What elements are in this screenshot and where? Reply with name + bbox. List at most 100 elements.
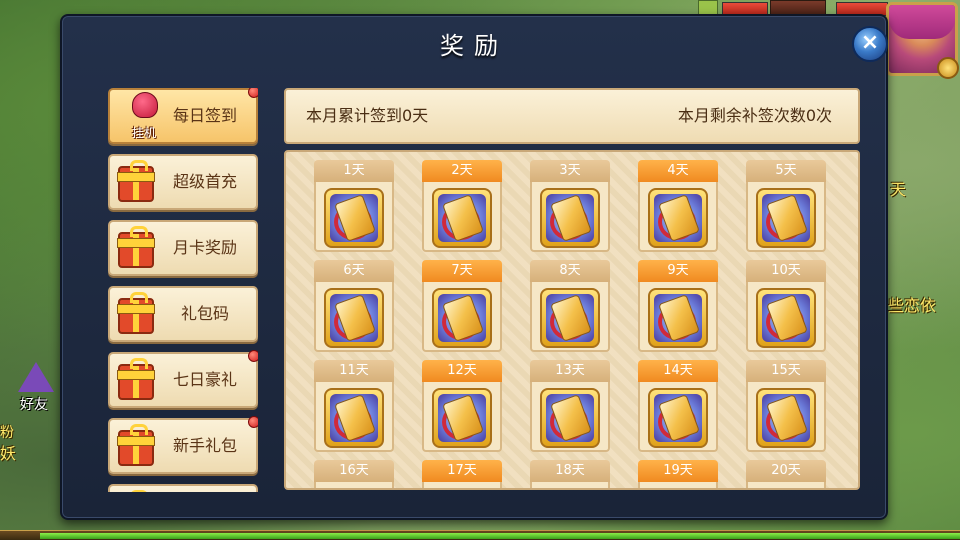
menu-item-gift-code[interactable]: 礼包码 bbox=[108, 286, 258, 342]
scroll-reward-icon[interactable] bbox=[432, 388, 492, 448]
scroll-reward-icon[interactable] bbox=[756, 288, 816, 348]
scroll-reward-icon[interactable] bbox=[648, 188, 708, 248]
reward-slot bbox=[422, 382, 502, 452]
reward-slot bbox=[746, 382, 826, 452]
notification-dot bbox=[248, 416, 258, 428]
reward-icon-inner bbox=[546, 194, 594, 242]
scroll-reward-icon[interactable] bbox=[756, 388, 816, 448]
day-label: 11天 bbox=[314, 360, 394, 382]
reward-icon-inner bbox=[330, 394, 378, 442]
reward-slot bbox=[638, 282, 718, 352]
scroll-reward-icon[interactable] bbox=[648, 288, 708, 348]
reward-icon-inner bbox=[330, 194, 378, 242]
day-reward-cell[interactable]: 3天 bbox=[530, 160, 610, 252]
reward-dialog: 奖励 × 挂机 每日签到 超级首充 月卡奖励 礼包码 七日豪礼 新手礼包 本月累… bbox=[60, 14, 888, 520]
friends-button[interactable]: 好友 bbox=[6, 362, 62, 416]
gift-box-icon bbox=[117, 292, 155, 334]
reward-icon-inner bbox=[438, 194, 486, 242]
scroll-reward-icon[interactable] bbox=[540, 488, 600, 490]
scroll-reward-icon[interactable] bbox=[756, 188, 816, 248]
gift-box-icon bbox=[117, 160, 155, 202]
day-reward-cell[interactable]: 12天 bbox=[422, 360, 502, 452]
day-reward-cell[interactable]: 11天 bbox=[314, 360, 394, 452]
npc-name-3: 妖 bbox=[0, 444, 17, 463]
npc-name-2: 些恋依 bbox=[888, 296, 937, 315]
day-reward-cell[interactable]: 16天 bbox=[314, 460, 394, 490]
day-label: 14天 bbox=[638, 360, 718, 382]
scroll-reward-icon[interactable] bbox=[324, 388, 384, 448]
menu-item-label: 礼包码 bbox=[180, 304, 229, 323]
day-reward-cell[interactable]: 20天 bbox=[746, 460, 826, 490]
scroll-reward-icon[interactable] bbox=[324, 188, 384, 248]
scroll-reward-icon[interactable] bbox=[540, 188, 600, 248]
day-label: 8天 bbox=[530, 260, 610, 282]
coin-icon[interactable] bbox=[937, 57, 959, 79]
monthly-signin-count: 本月累计签到0天 bbox=[306, 106, 429, 125]
day-reward-cell[interactable]: 13天 bbox=[530, 360, 610, 452]
day-label: 17天 bbox=[422, 460, 502, 482]
menu-item-newbie-pack[interactable]: 新手礼包 bbox=[108, 416, 258, 474]
scroll-reward-icon[interactable] bbox=[432, 288, 492, 348]
scroll-reward-icon[interactable] bbox=[648, 488, 708, 490]
reward-slot bbox=[746, 182, 826, 252]
day-label: 2天 bbox=[422, 160, 502, 182]
gift-box-icon bbox=[117, 226, 155, 268]
day-label: 3天 bbox=[530, 160, 610, 182]
menu-item-more[interactable] bbox=[108, 484, 258, 492]
day-reward-cell[interactable]: 2天 bbox=[422, 160, 502, 252]
day-reward-cell[interactable]: 19天 bbox=[638, 460, 718, 490]
afk-tag: 挂机 bbox=[132, 126, 157, 140]
day-reward-cell[interactable]: 9天 bbox=[638, 260, 718, 352]
scroll-reward-icon[interactable] bbox=[756, 488, 816, 490]
dialog-title: 奖励 bbox=[440, 32, 508, 60]
reward-slot bbox=[530, 282, 610, 352]
menu-item-label: 超级首充 bbox=[172, 172, 237, 191]
day-reward-cell[interactable]: 6天 bbox=[314, 260, 394, 352]
menu-item-first-recharge[interactable]: 超级首充 bbox=[108, 154, 258, 210]
reward-icon-inner bbox=[330, 294, 378, 342]
avatar-hair bbox=[889, 5, 955, 39]
day-reward-cell[interactable]: 4天 bbox=[638, 160, 718, 252]
npc-name-4: 粉 bbox=[0, 425, 14, 441]
day-label: 12天 bbox=[422, 360, 502, 382]
player-avatar[interactable] bbox=[886, 2, 959, 79]
reward-slot bbox=[314, 282, 394, 352]
scroll-reward-icon[interactable] bbox=[432, 188, 492, 248]
day-label: 16天 bbox=[314, 460, 394, 482]
scroll-reward-icon[interactable] bbox=[324, 288, 384, 348]
menu-item-seven-day-gift[interactable]: 七日豪礼 bbox=[108, 350, 258, 408]
day-reward-cell[interactable]: 7天 bbox=[422, 260, 502, 352]
day-reward-cell[interactable]: 10天 bbox=[746, 260, 826, 352]
day-reward-cell[interactable]: 15天 bbox=[746, 360, 826, 452]
close-button[interactable]: × bbox=[852, 26, 888, 62]
reward-slot bbox=[314, 182, 394, 252]
experience-fill bbox=[40, 533, 960, 539]
day-reward-cell[interactable]: 18天 bbox=[530, 460, 610, 490]
day-reward-cell[interactable]: 8天 bbox=[530, 260, 610, 352]
reward-slot bbox=[422, 482, 502, 490]
npc-name-1: 天 bbox=[890, 180, 907, 199]
friends-label: 好友 bbox=[20, 397, 48, 413]
day-reward-cell[interactable]: 5天 bbox=[746, 160, 826, 252]
menu-item-label: 月卡奖励 bbox=[172, 238, 237, 257]
scroll-reward-icon[interactable] bbox=[432, 488, 492, 490]
scroll-reward-icon[interactable] bbox=[324, 488, 384, 490]
day-label: 19天 bbox=[638, 460, 718, 482]
reward-slot bbox=[530, 382, 610, 452]
reward-icon-inner bbox=[762, 194, 810, 242]
reward-icon-inner bbox=[654, 394, 702, 442]
day-label: 6天 bbox=[314, 260, 394, 282]
gift-box-icon bbox=[117, 358, 155, 400]
day-reward-cell[interactable]: 17天 bbox=[422, 460, 502, 490]
day-reward-cell[interactable]: 1天 bbox=[314, 160, 394, 252]
scroll-reward-icon[interactable] bbox=[540, 288, 600, 348]
reward-slot bbox=[638, 182, 718, 252]
gift-box-icon bbox=[117, 424, 155, 466]
menu-item-monthly-card[interactable]: 月卡奖励 bbox=[108, 220, 258, 276]
scroll-reward-icon[interactable] bbox=[540, 388, 600, 448]
menu-item-daily-signin[interactable]: 挂机 每日签到 bbox=[108, 88, 258, 144]
scroll-reward-icon[interactable] bbox=[648, 388, 708, 448]
day-reward-cell[interactable]: 14天 bbox=[638, 360, 718, 452]
day-label: 10天 bbox=[746, 260, 826, 282]
reward-icon-inner bbox=[546, 294, 594, 342]
